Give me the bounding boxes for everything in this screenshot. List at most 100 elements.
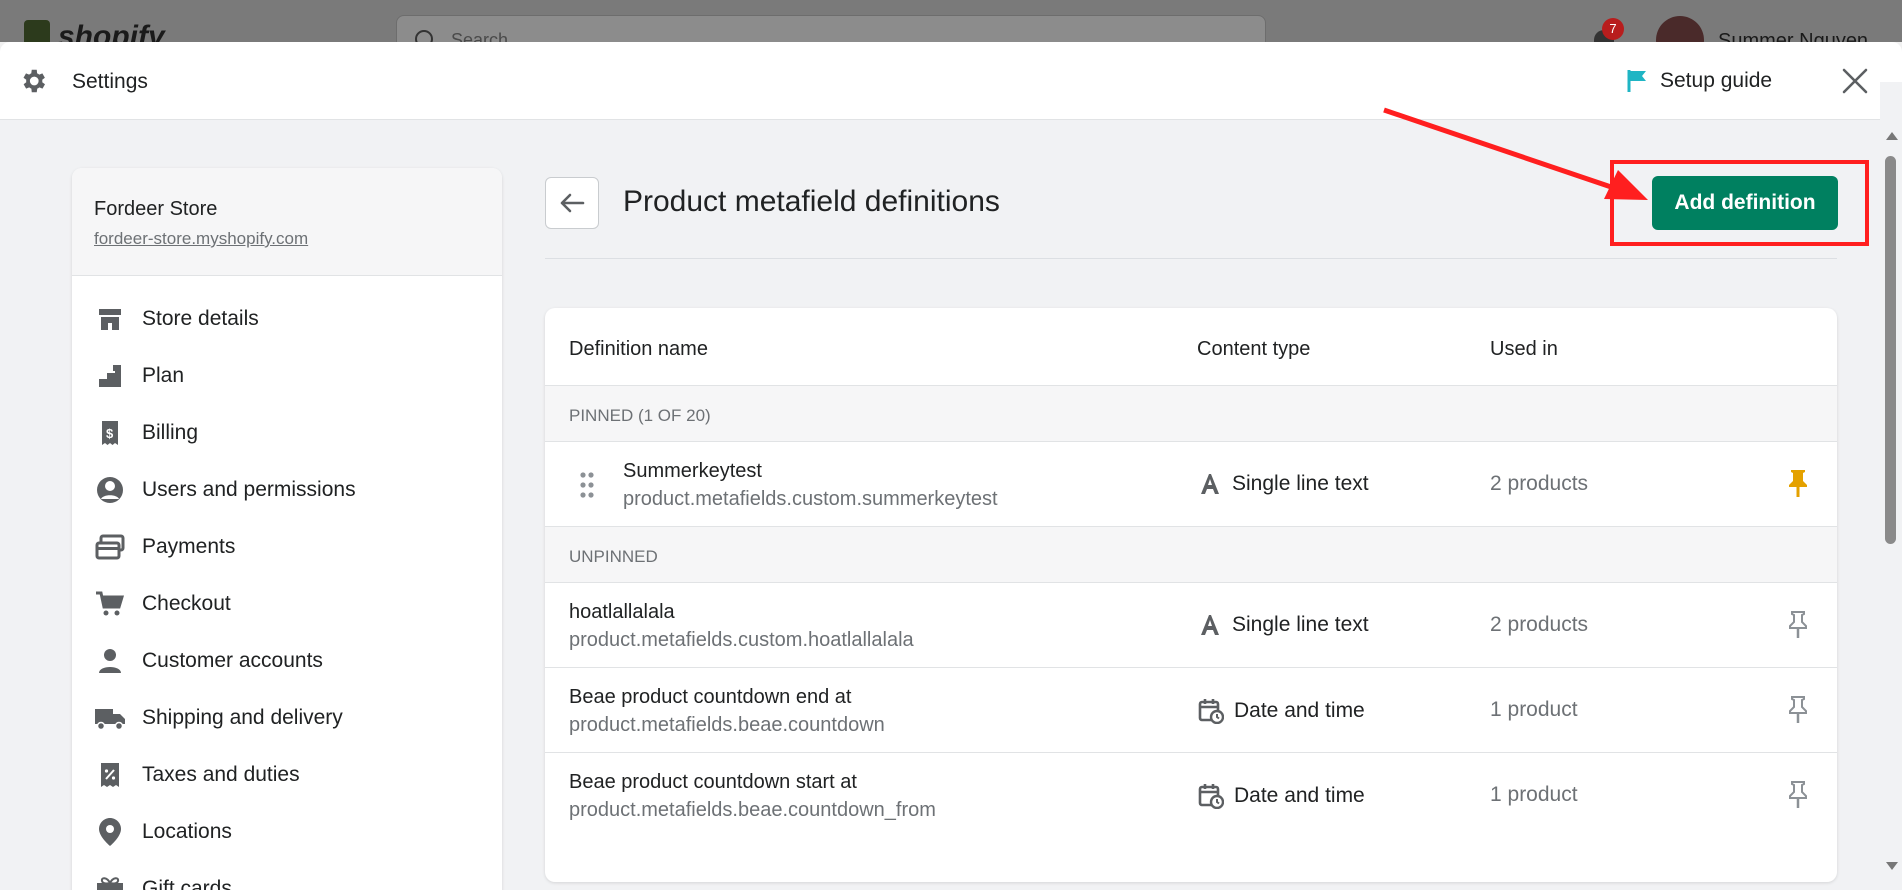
user-circle-icon (94, 474, 126, 506)
shopify-bag-icon (24, 20, 50, 42)
content-type: Single line text (1198, 472, 1369, 496)
definition-name: Summerkeytest (623, 460, 762, 482)
location-pin-icon (94, 816, 126, 848)
plan-icon (94, 360, 126, 392)
scrollbar-thumb[interactable] (1885, 156, 1896, 544)
sidebar-item-label: Locations (142, 819, 232, 843)
scrollbar[interactable] (1880, 82, 1902, 870)
pin-icon[interactable] (1785, 468, 1811, 498)
table-row[interactable]: hoatlallalala product.metafields.custom.… (545, 583, 1837, 668)
tax-icon (94, 759, 126, 791)
setup-guide-button[interactable]: Setup guide (1626, 68, 1772, 94)
pinned-section-label: PINNED (1 OF 20) (569, 406, 711, 425)
shopify-logo: shopify (58, 20, 165, 42)
used-in-count: 1 product (1490, 698, 1578, 721)
definition-name: Beae product countdown end at (569, 686, 852, 708)
definition-key: product.metafields.beae.countdown_from (569, 799, 936, 821)
column-header-definition-name[interactable]: Definition name (569, 338, 708, 361)
pinned-section-header: PINNED (1 OF 20) (545, 386, 1837, 442)
avatar[interactable] (1656, 16, 1704, 42)
sidebar-item-taxes-and-duties[interactable]: Taxes and duties (72, 746, 502, 803)
header-divider (545, 258, 1837, 259)
definition-name: Beae product countdown start at (569, 771, 857, 793)
pin-outline-icon[interactable] (1785, 694, 1811, 724)
billing-icon: $ (94, 417, 126, 449)
content-type-label: Single line text (1232, 472, 1369, 495)
sidebar-item-gift-cards[interactable]: Gift cards (72, 860, 502, 890)
scroll-down-arrow[interactable] (1886, 862, 1898, 870)
user-name[interactable]: Summer Nguyen (1718, 30, 1868, 42)
pin-outline-icon[interactable] (1785, 779, 1811, 809)
calendar-clock-icon (1198, 784, 1224, 809)
annotation-highlight-box (1610, 160, 1869, 246)
shopify-topbar: shopify Search 7 Summer Nguyen (0, 0, 1902, 42)
content-type-label: Single line text (1232, 613, 1369, 636)
sidebar-item-store-details[interactable]: Store details (72, 290, 502, 347)
content-type: Date and time (1198, 783, 1365, 809)
table-row[interactable]: Summerkeytest product.metafields.custom.… (545, 442, 1837, 527)
sidebar-item-customer-accounts[interactable]: Customer accounts (72, 632, 502, 689)
sidebar-item-label: Users and permissions (142, 477, 356, 501)
calendar-clock-icon (1198, 699, 1224, 724)
sidebar-item-label: Shipping and delivery (142, 705, 343, 729)
scroll-up-arrow[interactable] (1886, 132, 1898, 140)
settings-modal: Settings Setup guide Fordeer Store forde… (0, 42, 1902, 890)
truck-icon (94, 702, 126, 734)
back-button[interactable] (545, 177, 599, 229)
close-icon[interactable] (1840, 66, 1870, 96)
column-header-content-type[interactable]: Content type (1197, 338, 1310, 361)
sidebar-item-label: Payments (142, 534, 236, 558)
unpinned-section-label: UNPINNED (569, 547, 658, 566)
column-header-used-in[interactable]: Used in (1490, 338, 1558, 361)
person-icon (94, 645, 126, 677)
sidebar-item-locations[interactable]: Locations (72, 803, 502, 860)
page-title: Product metafield definitions (623, 185, 1000, 218)
modal-title: Settings (72, 70, 148, 93)
sidebar-item-plan[interactable]: Plan (72, 347, 502, 404)
svg-text:$: $ (106, 426, 114, 441)
sidebar-item-label: Customer accounts (142, 648, 323, 672)
used-in-count: 1 product (1490, 783, 1578, 806)
sidebar-item-billing[interactable]: $ Billing (72, 404, 502, 461)
sidebar-item-users-and-permissions[interactable]: Users and permissions (72, 461, 502, 518)
table-row[interactable]: Beae product countdown end at product.me… (545, 668, 1837, 753)
global-search-input[interactable]: Search (396, 15, 1266, 42)
modal-header: Settings Setup guide (0, 42, 1902, 120)
sidebar-item-label: Taxes and duties (142, 762, 300, 786)
content-type: Single line text (1198, 613, 1369, 637)
search-icon (415, 30, 433, 42)
sidebar-item-label: Store details (142, 306, 259, 330)
text-type-icon (1201, 615, 1219, 635)
sidebar-nav: Store details Plan $ Billing Users and p… (72, 276, 502, 890)
text-type-icon (1201, 474, 1219, 494)
sidebar-item-shipping-and-delivery[interactable]: Shipping and delivery (72, 689, 502, 746)
definition-key: product.metafields.custom.hoatlallalala (569, 629, 914, 651)
table-header: Definition name Content type Used in (545, 308, 1837, 386)
used-in-count: 2 products (1490, 613, 1589, 636)
content-type-label: Date and time (1234, 699, 1365, 722)
sidebar-item-payments[interactable]: Payments (72, 518, 502, 575)
flag-icon (1627, 70, 1646, 92)
setup-guide-label: Setup guide (1660, 69, 1773, 92)
settings-sidebar: Fordeer Store fordeer-store.myshopify.co… (72, 168, 502, 890)
pin-outline-icon[interactable] (1785, 609, 1811, 639)
notification-badge: 7 (1602, 18, 1624, 40)
table-row[interactable]: Beae product countdown start at product.… (545, 753, 1837, 838)
payments-icon (94, 531, 126, 563)
content-type-label: Date and time (1234, 784, 1365, 807)
gift-icon (94, 873, 126, 890)
sidebar-item-checkout[interactable]: Checkout (72, 575, 502, 632)
sidebar-item-label: Plan (142, 363, 185, 387)
unpinned-section-header: UNPINNED (545, 527, 1837, 583)
content-type: Date and time (1198, 698, 1365, 724)
store-url-link[interactable]: fordeer-store.myshopify.com (94, 229, 502, 249)
arrow-left-icon (560, 193, 585, 213)
store-info: Fordeer Store fordeer-store.myshopify.co… (72, 168, 502, 276)
drag-handle-icon[interactable] (579, 470, 595, 500)
sidebar-item-label: Gift cards (142, 876, 232, 890)
sidebar-item-label: Checkout (142, 591, 231, 615)
used-in-count: 2 products (1490, 472, 1589, 495)
definition-key: product.metafields.custom.summerkeytest (623, 488, 998, 510)
definitions-table: Definition name Content type Used in PIN… (545, 308, 1837, 882)
definition-name: hoatlallalala (569, 601, 675, 623)
